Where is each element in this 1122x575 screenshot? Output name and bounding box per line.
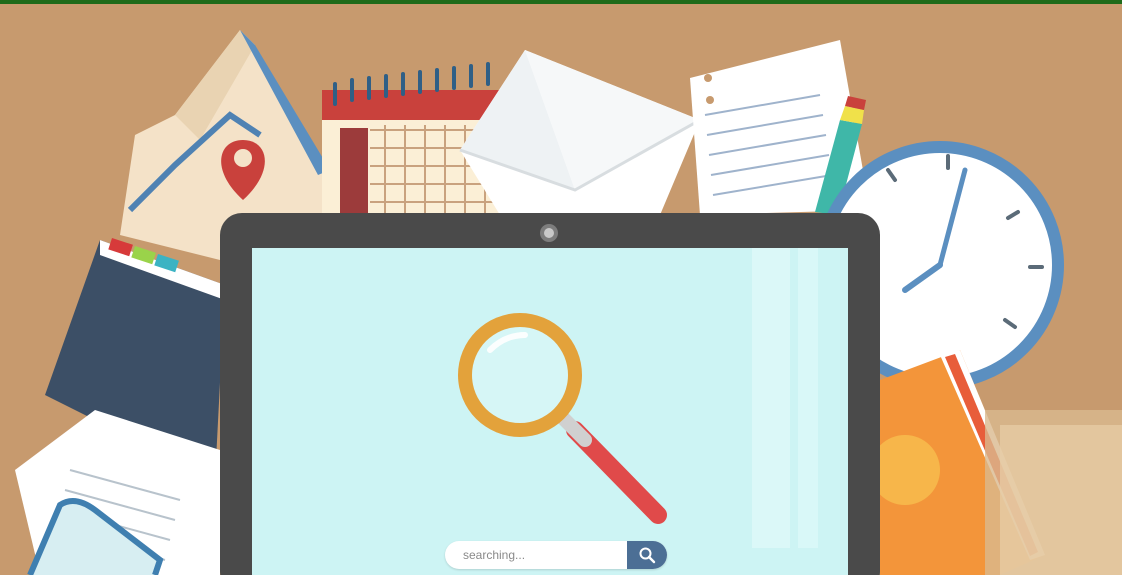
envelope-icon (459, 50, 701, 215)
coffee-cup-icon (985, 410, 1122, 575)
search-bar[interactable]: searching... (445, 541, 667, 569)
search-placeholder: searching... (463, 548, 526, 562)
search-button[interactable] (627, 541, 667, 569)
search-icon (639, 547, 656, 564)
office-illustration (15, 30, 1122, 575)
illustration-stage: searching... (0, 0, 1122, 575)
